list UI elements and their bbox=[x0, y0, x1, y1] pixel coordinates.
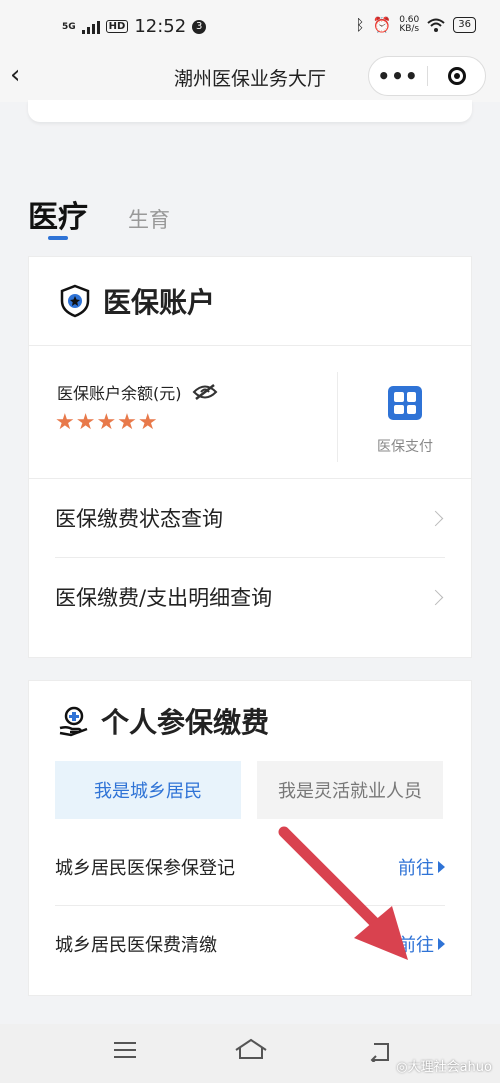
notification-count-badge: 3 bbox=[192, 19, 207, 34]
triangle-right-icon bbox=[438, 938, 445, 950]
resident-registration-row[interactable]: 城乡居民医保参保登记 前往 bbox=[55, 829, 445, 905]
shield-icon bbox=[60, 284, 90, 318]
more-button[interactable]: ••• bbox=[369, 64, 427, 88]
status-left: 5G HD 12:52 3 bbox=[62, 16, 207, 37]
resident-fee-payment-row[interactable]: 城乡居民医保费清缴 前往 bbox=[55, 905, 445, 982]
clock: 12:52 bbox=[134, 16, 187, 37]
home-icon[interactable] bbox=[234, 1038, 268, 1060]
go-label: 前往 bbox=[398, 935, 434, 956]
tab-indicator bbox=[48, 236, 68, 240]
network-speed: 0.60 KB/s bbox=[399, 16, 419, 34]
personal-card-title: 个人参保缴费 bbox=[101, 706, 270, 739]
category-tabs: 医疗 生育 bbox=[28, 192, 170, 236]
account-card-title: 医保账户 bbox=[103, 286, 216, 319]
account-card: 医保账户 医保账户余额(元) ★★★★★ 医保支付 医保缴费状态查询 医保缴费/… bbox=[28, 256, 472, 658]
balance-masked: ★★★★★ bbox=[55, 410, 159, 435]
eye-hidden-icon[interactable] bbox=[192, 383, 218, 401]
qr-code-icon bbox=[388, 386, 422, 420]
miniprogram-capsule: ••• bbox=[368, 56, 486, 96]
bluetooth-icon: ᛒ bbox=[355, 16, 365, 34]
go-label: 前往 bbox=[398, 858, 434, 879]
chevron-right-icon bbox=[427, 589, 444, 605]
hand-medical-icon bbox=[59, 706, 88, 737]
menu-icon[interactable] bbox=[114, 1042, 136, 1058]
nav-bar: ‹ 潮州医保业务大厅 ••• bbox=[0, 50, 500, 102]
battery-icon: 36 bbox=[453, 17, 476, 33]
balance-label: 医保账户余额(元) bbox=[57, 384, 182, 403]
resident-type-segments: 我是城乡居民 我是灵活就业人员 bbox=[29, 761, 471, 819]
status-bar: 5G HD 12:52 3 ᛒ ⏰ 0.60 KB/s 36 bbox=[0, 0, 500, 50]
tab-medical[interactable]: 医疗 bbox=[28, 192, 88, 236]
back-icon[interactable] bbox=[368, 1042, 392, 1062]
status-right: ᛒ ⏰ 0.60 KB/s 36 bbox=[356, 16, 476, 34]
medical-pay-label: 医保支付 bbox=[377, 439, 433, 455]
network-type: 5G bbox=[62, 21, 76, 32]
chevron-right-icon bbox=[427, 510, 444, 526]
resident-fee-payment-go-link[interactable]: 前往 bbox=[398, 931, 445, 957]
resident-registration-go-link[interactable]: 前往 bbox=[398, 854, 445, 880]
personal-card-header: 个人参保缴费 bbox=[29, 681, 471, 761]
medical-pay-button[interactable]: 医保支付 bbox=[369, 386, 441, 456]
payment-status-query-row[interactable]: 医保缴费状态查询 bbox=[55, 479, 445, 557]
payment-status-query-label: 医保缴费状态查询 bbox=[55, 507, 223, 531]
close-miniprogram-button[interactable] bbox=[428, 67, 485, 85]
alarm-icon: ⏰ bbox=[372, 16, 392, 34]
resident-fee-payment-label: 城乡居民医保费清缴 bbox=[55, 935, 217, 956]
payment-detail-query-label: 医保缴费/支出明细查询 bbox=[55, 586, 273, 610]
payment-detail-query-row[interactable]: 医保缴费/支出明细查询 bbox=[55, 557, 445, 636]
triangle-right-icon bbox=[438, 861, 445, 873]
segment-urban-rural-resident[interactable]: 我是城乡居民 bbox=[55, 761, 241, 819]
balance-divider bbox=[337, 372, 338, 462]
target-icon bbox=[447, 67, 466, 85]
signal-icon bbox=[81, 20, 100, 34]
balance-section: 医保账户余额(元) ★★★★★ 医保支付 bbox=[29, 346, 471, 479]
hd-badge: HD bbox=[105, 20, 129, 33]
top-card-remnant bbox=[28, 100, 472, 122]
watermark: ◎大理社会ahuo bbox=[396, 1060, 492, 1075]
segment-flexible-worker[interactable]: 我是灵活就业人员 bbox=[257, 761, 443, 819]
account-card-header: 医保账户 bbox=[29, 257, 471, 346]
resident-registration-label: 城乡居民医保参保登记 bbox=[55, 858, 235, 879]
balance-label-row: 医保账户余额(元) bbox=[57, 380, 218, 404]
tab-maternity[interactable]: 生育 bbox=[128, 204, 170, 236]
personal-insurance-card: 个人参保缴费 我是城乡居民 我是灵活就业人员 城乡居民医保参保登记 前往 城乡居… bbox=[28, 680, 472, 996]
wifi-icon bbox=[427, 18, 445, 32]
speed-unit: KB/s bbox=[399, 24, 420, 34]
